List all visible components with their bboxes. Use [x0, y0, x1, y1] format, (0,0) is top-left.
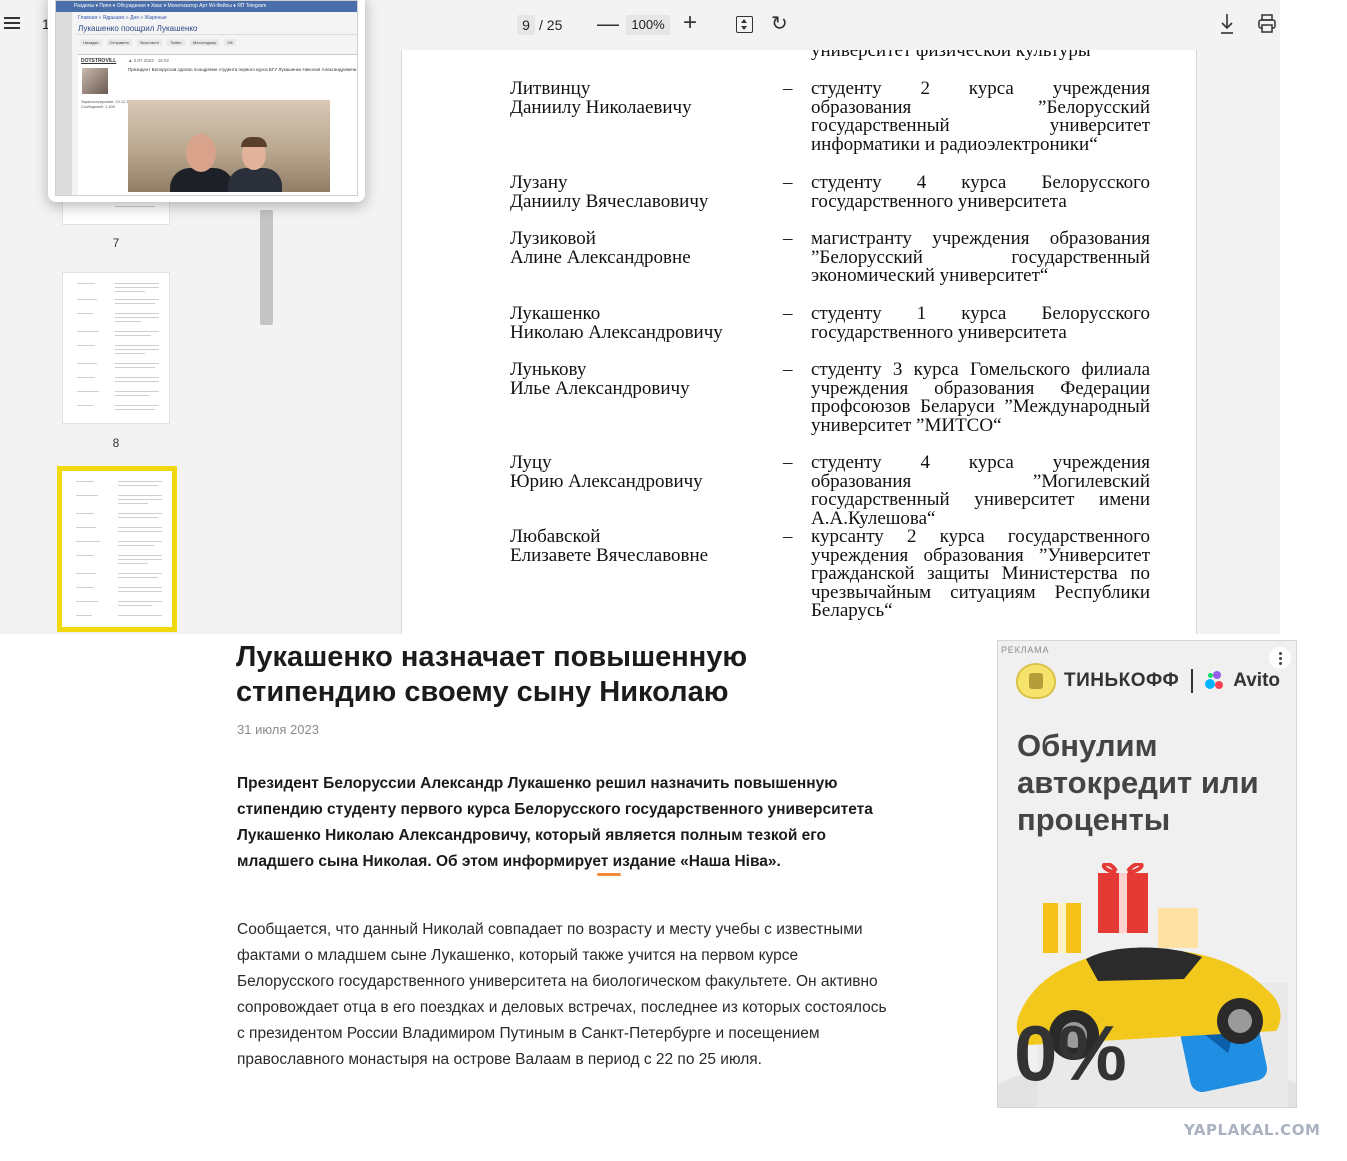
entry-dash: – — [783, 359, 793, 380]
brand-separator — [1191, 669, 1194, 693]
forum-share-bar: Нaзадки Отправить Вконтакте Twitter Месс… — [80, 39, 236, 46]
zoom-out-button[interactable]: — — [597, 12, 619, 36]
zoom-in-button[interactable]: + — [683, 10, 697, 36]
forum-topic-title: Лукашенко поощрил Лукашенко — [76, 23, 357, 35]
entry-dash: – — [783, 228, 793, 249]
avito-logo-icon — [1205, 671, 1225, 691]
forum-post: DOTSTROVILL Зарегистрирован: 13.12.12 Со… — [78, 54, 357, 195]
entry-description: студенту 4 курса учреждения образования … — [811, 452, 1150, 529]
forum-preview: Разделы ▾ Пипл ▾ Обсуждения ▾ Хвас ▾ Мон… — [55, 0, 358, 196]
pdf-viewer: 1 9 / 25 — 100% + ↻ 7 8 Разделы ▾ Пипл ▾… — [0, 0, 1280, 634]
print-icon[interactable] — [1257, 13, 1277, 35]
previous-entry-tail: университет физической культуры — [811, 50, 1091, 61]
current-page-input[interactable]: 9 — [517, 15, 535, 35]
entry-name: Литвинцу Даниилу Николаевичу — [510, 78, 692, 118]
ad-percent: 0% — [1014, 1009, 1127, 1097]
page-indicator: 9 / 25 — [517, 15, 562, 35]
brand-avito: Avito — [1233, 670, 1280, 691]
entry-description: студенту 4 курса Белорусского государств… — [811, 172, 1150, 212]
entry-description: студенту 2 курса учреждения образования … — [811, 78, 1150, 155]
share-item: Нaзадки — [80, 39, 102, 46]
share-item: Twitter — [167, 39, 185, 46]
forum-nav: Разделы ▾ Пипл ▾ Обсуждения ▾ Хвас ▾ Мон… — [56, 1, 357, 12]
fit-page-icon[interactable] — [736, 16, 753, 33]
entry-name: Луцу Юрию Александровичу — [510, 452, 703, 492]
thumbnail-page-9-selected[interactable] — [57, 466, 177, 632]
entry-name: Лузану Даниилу Вячеславовичу — [510, 172, 709, 212]
entry-name: Лукашенко Николаю Александровичу — [510, 303, 723, 343]
share-item: Вконтакте — [137, 39, 163, 46]
article-lead: Президент Белоруссии Александр Лукашенко… — [237, 771, 877, 875]
entry-description: студенту 1 курса Белорусского государств… — [811, 303, 1150, 343]
preview-popup[interactable]: Разделы ▾ Пипл ▾ Обсуждения ▾ Хвас ▾ Мон… — [48, 0, 365, 202]
menu-icon[interactable] — [4, 14, 20, 36]
thumbnail-page-8[interactable] — [62, 272, 170, 424]
thumbnail-label-8: 8 — [112, 436, 120, 450]
post-user-meta: Зарегистрирован: 13.12.12 Сообщений: 1 4… — [81, 99, 131, 109]
forum-sidebar — [56, 12, 72, 195]
entry-dash: – — [783, 526, 793, 547]
post-photo — [128, 100, 330, 192]
article-date: 31 июля 2023 — [237, 722, 319, 737]
download-icon[interactable] — [1218, 12, 1236, 36]
tinkoff-logo-icon — [1016, 663, 1056, 699]
entry-dash: – — [783, 172, 793, 193]
entry-dash: – — [783, 303, 793, 324]
forum-breadcrumb: Главная » Ядрышко » Дно » Жареные — [78, 15, 167, 21]
zoom-level-field[interactable]: 100% — [626, 15, 670, 35]
post-text: Президент Белоруссии сделал поощрение ст… — [128, 67, 357, 72]
entry-description: магистранту учреждения образования ”Бело… — [811, 228, 1150, 287]
ad-logos: ТИНЬКОФФ Avito — [1016, 663, 1280, 699]
lead-text-end: . Об этом информирует издание «Наша Ніва… — [427, 853, 781, 870]
rotate-icon[interactable]: ↻ — [771, 13, 788, 35]
total-pages: / 25 — [539, 17, 563, 33]
ad-headline: Обнулим автокредит или проценты — [1017, 728, 1259, 837]
entry-name: Любавской Елизавете Вячеславовне — [510, 526, 709, 566]
share-item: ОК — [224, 39, 236, 46]
entry-dash: – — [783, 452, 793, 473]
share-item: Мессенджер — [189, 39, 220, 46]
post-date: ▲ 2.07.2022 · 16:02 — [128, 58, 169, 63]
post-username: DOTSTROVILL — [81, 58, 117, 64]
avatar — [82, 68, 108, 94]
entry-description: студенту 3 курса Гомельского филиала учр… — [811, 359, 1150, 436]
entry-name: Лузиковой Алине Александровне — [510, 228, 691, 268]
entry-description: курсанту 2 курса государственного учрежд… — [811, 526, 1150, 622]
article-title: Лукашенко назначает повышенную стипендию… — [236, 641, 748, 708]
thumbnail-label-7: 7 — [112, 236, 120, 250]
article-body: Сообщается, что данный Николай совпадает… — [237, 921, 887, 1068]
ad-label: РЕКЛАМА — [1001, 645, 1050, 655]
document-page: университет физической культуры Литвинцу… — [401, 50, 1197, 634]
advertisement-banner[interactable]: РЕКЛАМА ТИНЬКОФФ Avito Обнулим автокреди… — [997, 640, 1297, 1108]
share-item: Отправить — [106, 39, 133, 46]
entry-dash: – — [783, 78, 793, 99]
site-watermark: YAPLAKAL.COM — [1184, 1121, 1321, 1139]
sidebar-scrollbar[interactable] — [260, 210, 273, 325]
entry-name: Лунькову Илье Александровичу — [510, 359, 690, 399]
brand-tinkoff: ТИНЬКОФФ — [1064, 670, 1180, 691]
